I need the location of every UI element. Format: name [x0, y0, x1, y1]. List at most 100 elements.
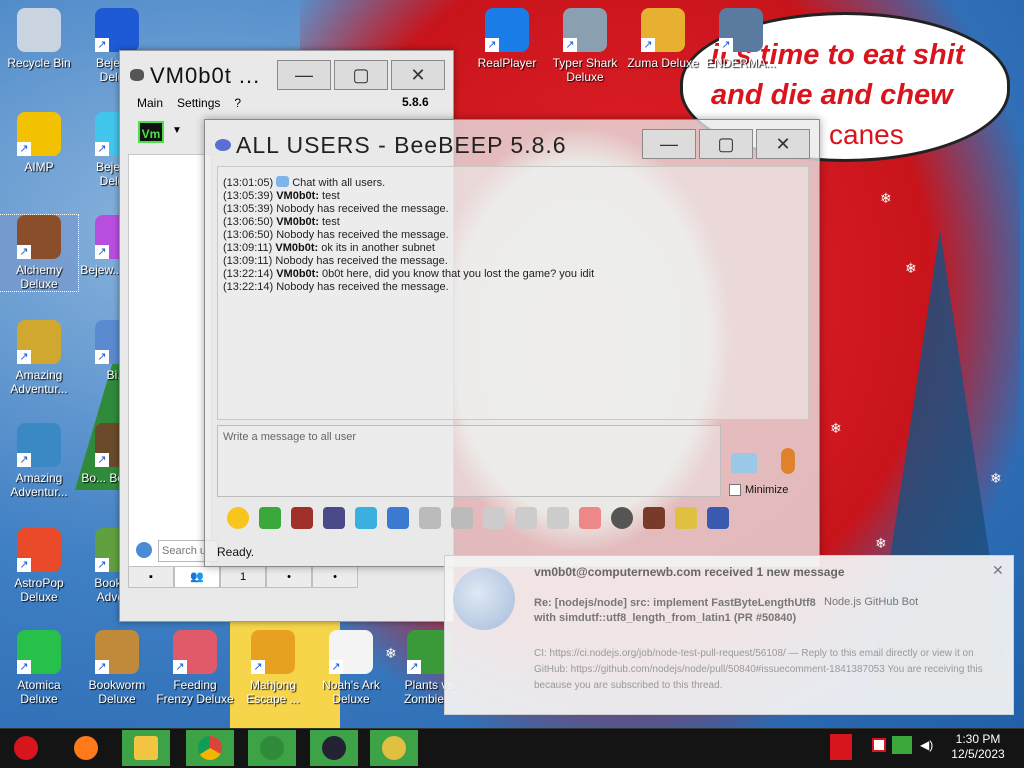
desktop-icon[interactable]: Mahjong Escape ... — [234, 630, 312, 706]
minimize-label: Minimize — [745, 484, 789, 496]
desktop-icon[interactable]: Recycle Bin — [0, 8, 78, 70]
message-sender: VM0b0t: — [276, 268, 323, 280]
chevron-down-icon[interactable]: ▼ — [172, 125, 182, 136]
user-list[interactable] — [128, 154, 212, 586]
chrome-icon — [198, 736, 222, 760]
tab-users[interactable]: 👥 — [174, 566, 220, 588]
desktop-icon-label: ENDERMA... — [705, 56, 776, 70]
network-warning-icon[interactable] — [872, 738, 886, 752]
desktop-icon[interactable]: ENDERMA... — [702, 8, 780, 70]
taskbar-christmas[interactable] — [248, 730, 296, 766]
forward-icon[interactable] — [547, 507, 569, 529]
recycle-bin-icon — [17, 8, 61, 52]
taskbar-bonzi[interactable] — [310, 730, 358, 766]
zuma-icon — [641, 8, 685, 52]
tray-app-icon[interactable] — [830, 734, 852, 760]
tab-chat[interactable]: ▪ — [128, 566, 174, 588]
minimize-button[interactable]: — — [277, 60, 331, 90]
font-icon[interactable] — [291, 507, 313, 529]
send-icon[interactable] — [731, 453, 757, 473]
desktop-icon[interactable]: Amazing Adventur... — [0, 423, 78, 499]
menu-settings[interactable]: Settings — [177, 96, 220, 110]
beebeep-chat-window[interactable]: ALL USERS - BeeBEEP 5.8.6 — ▢ ✕ (13:01:0… — [204, 119, 820, 567]
taskbar-beebeep[interactable] — [370, 730, 418, 766]
chat-bubble-icon — [276, 176, 290, 187]
chat-history[interactable]: (13:01:05) Chat with all users. (13:05:39… — [217, 166, 809, 420]
desktop-icon[interactable]: Bookworm Deluxe — [78, 630, 156, 706]
notification-subject[interactable]: Re: [nodejs/node] src: implement FastByt… — [534, 596, 824, 626]
file-icon[interactable] — [515, 507, 537, 529]
desktop-icon-label: Typer Shark Deluxe — [552, 56, 618, 84]
settings-icon[interactable] — [387, 507, 409, 529]
menu-main[interactable]: Main — [137, 96, 163, 110]
menu-help[interactable]: ? — [234, 96, 241, 110]
chat-message: (13:22:14) Nobody has received the messa… — [223, 281, 803, 294]
vm-avatar-badge[interactable]: Vm — [138, 121, 164, 143]
code-icon[interactable] — [579, 507, 601, 529]
file-explorer-icon — [134, 736, 158, 760]
close-button[interactable]: ✕ — [756, 129, 810, 159]
system-tray[interactable] — [868, 732, 918, 762]
tab-messages[interactable]: 1 — [220, 566, 266, 588]
desktop-icon[interactable]: Amazing Adventur... — [0, 320, 78, 396]
edit-icon[interactable] — [675, 507, 697, 529]
desktop-icon-label: Amazing Adventur... — [10, 471, 68, 499]
chat-message: (13:06:50) VM0b0t: test — [223, 216, 803, 229]
minimize-checkbox[interactable]: Minimize — [729, 484, 788, 496]
taskbar-chrome[interactable] — [186, 730, 234, 766]
taskbar-firefox[interactable] — [62, 730, 110, 766]
volume-icon[interactable]: ◀) — [920, 738, 933, 752]
desktop-icon[interactable]: AIMP — [0, 112, 78, 174]
tab-shares[interactable]: • — [312, 566, 358, 588]
gear-icon[interactable] — [136, 542, 152, 558]
maximize-button[interactable]: ▢ — [699, 129, 753, 159]
music-icon[interactable] — [483, 507, 505, 529]
message-time: (13:06:50) — [223, 229, 277, 241]
desktop-icon[interactable]: RealPlayer — [468, 8, 546, 70]
screenshot-icon[interactable] — [643, 507, 665, 529]
desktop-icon-label: Mahjong Escape ... — [246, 678, 300, 706]
filter-icon[interactable] — [355, 507, 377, 529]
message-time: (13:09:11) — [223, 242, 276, 254]
microphone-icon[interactable] — [781, 448, 795, 474]
desktop-icon[interactable]: Atomica Deluxe — [0, 630, 78, 706]
start-button[interactable] — [2, 730, 50, 766]
mail-notification[interactable]: vm0b0t@computernewb.com received 1 new m… — [444, 555, 1014, 715]
desktop-icon[interactable]: Feeding Frenzy Deluxe — [156, 630, 234, 706]
astropop-icon — [17, 528, 61, 572]
desktop-icon[interactable]: Alchemy Deluxe — [0, 214, 79, 292]
snowflake-icon: ❄ — [830, 420, 842, 436]
checkbox-box[interactable] — [729, 484, 741, 496]
desktop-icon[interactable]: AstroPop Deluxe — [0, 528, 78, 604]
nudge-icon[interactable] — [259, 507, 281, 529]
notification-header: vm0b0t@computernewb.com received 1 new m… — [534, 565, 845, 579]
emoticon-icon[interactable] — [227, 507, 249, 529]
message-input[interactable]: Write a message to all user — [217, 425, 721, 497]
minimize-button[interactable]: — — [642, 129, 696, 159]
record-icon[interactable] — [611, 507, 633, 529]
typer-shark-icon — [563, 8, 607, 52]
desktop-icon[interactable]: Zuma Deluxe — [624, 8, 702, 70]
taskbar-explorer[interactable] — [122, 730, 170, 766]
aimp-icon — [17, 112, 61, 156]
message-text: Nobody has received the message. — [276, 229, 449, 241]
copy-icon[interactable] — [451, 507, 473, 529]
close-icon[interactable]: ✕ — [992, 562, 1004, 579]
message-text: ok its in another subnet — [321, 242, 435, 254]
color-icon[interactable] — [323, 507, 345, 529]
save-icon[interactable] — [419, 507, 441, 529]
chat-message: (13:05:39) VM0b0t: test — [223, 190, 803, 203]
maximize-button[interactable]: ▢ — [334, 60, 388, 90]
close-button[interactable]: ✕ — [391, 60, 445, 90]
desktop-icon[interactable]: Noah's Ark Deluxe — [312, 630, 390, 706]
message-time: (13:05:39) — [223, 190, 277, 202]
network-icon[interactable] — [892, 736, 912, 754]
save-chat-icon[interactable] — [707, 507, 729, 529]
taskbar-clock[interactable]: 1:30 PM 12/5/2023 — [944, 732, 1012, 762]
desktop-icon-label: Atomica Deluxe — [17, 678, 61, 706]
desktop-icon-label: RealPlayer — [477, 56, 537, 70]
vm-window-title: VM0b0t ... — [150, 63, 261, 88]
tab-groups[interactable]: • — [266, 566, 312, 588]
bejeweled-icon — [95, 8, 139, 52]
desktop-icon[interactable]: Typer Shark Deluxe — [546, 8, 624, 84]
